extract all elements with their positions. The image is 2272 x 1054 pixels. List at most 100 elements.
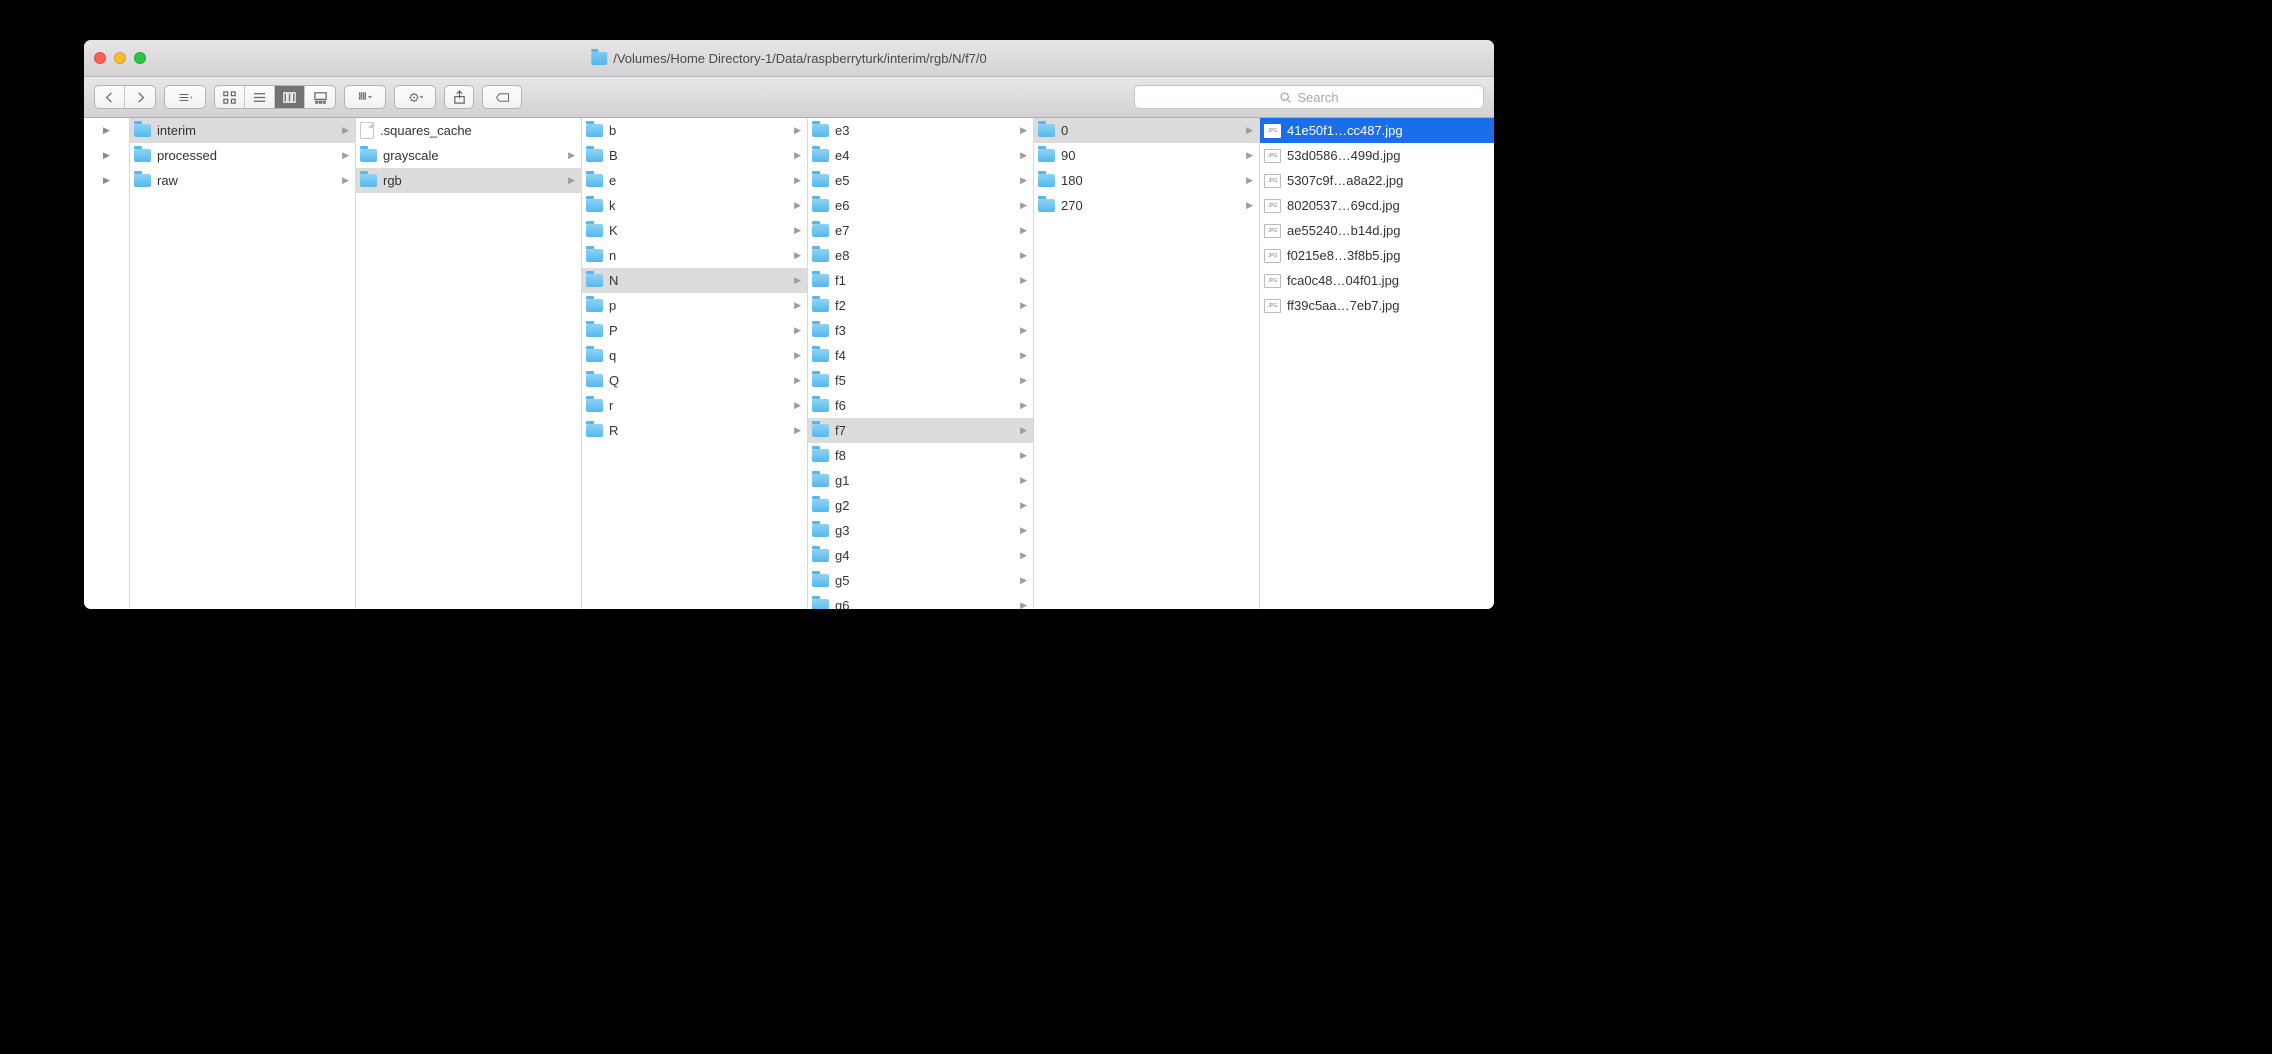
image-file-icon [1264, 249, 1281, 263]
item-label: g2 [835, 498, 849, 513]
chevron-right-icon: ▶ [568, 175, 575, 186]
search-field[interactable]: Search [1134, 85, 1484, 109]
disclosure-triangle-icon[interactable]: ▶ [102, 125, 112, 136]
disclosure-triangle-icon[interactable]: ▶ [102, 175, 112, 186]
folder-row[interactable]: f4▶ [808, 343, 1033, 368]
item-label: interim [157, 123, 196, 138]
action-dropdown[interactable] [394, 85, 436, 109]
folder-row[interactable]: f8▶ [808, 443, 1033, 468]
folder-row[interactable]: f2▶ [808, 293, 1033, 318]
folder-row[interactable]: f3▶ [808, 318, 1033, 343]
item-label: 90 [1061, 148, 1075, 163]
titlebar[interactable]: /Volumes/Home Directory-1/Data/raspberry… [84, 40, 1494, 77]
folder-row[interactable]: f6▶ [808, 393, 1033, 418]
folder-row[interactable]: b▶ [582, 118, 807, 143]
folder-row[interactable]: p▶ [582, 293, 807, 318]
action-menu-button[interactable] [395, 86, 435, 108]
folder-row[interactable]: grayscale▶ [356, 143, 581, 168]
item-label: rgb [383, 173, 402, 188]
back-button[interactable] [95, 86, 125, 108]
folder-row[interactable]: g6▶ [808, 593, 1033, 609]
file-row[interactable]: f0215e8…3f8b5.jpg [1260, 243, 1494, 268]
folder-row[interactable]: q▶ [582, 343, 807, 368]
folder-row[interactable]: f7▶ [808, 418, 1033, 443]
chevron-right-icon: ▶ [1020, 550, 1027, 561]
column-6[interactable]: 41e50f1…cc487.jpg53d0586…499d.jpg5307c9f… [1260, 118, 1494, 609]
file-row[interactable]: fca0c48…04f01.jpg [1260, 268, 1494, 293]
folder-row[interactable]: processed▶ [130, 143, 355, 168]
disclosure-row[interactable]: ▶ [84, 118, 129, 143]
view-column-button[interactable] [275, 86, 305, 108]
folder-row[interactable]: e7▶ [808, 218, 1033, 243]
folder-row[interactable]: f5▶ [808, 368, 1033, 393]
folder-row[interactable]: g5▶ [808, 568, 1033, 593]
folder-row[interactable]: f1▶ [808, 268, 1033, 293]
file-row[interactable]: 41e50f1…cc487.jpg [1260, 118, 1494, 143]
folder-row[interactable]: raw▶ [130, 168, 355, 193]
zoom-button[interactable] [134, 52, 146, 64]
close-button[interactable] [94, 52, 106, 64]
folder-row[interactable]: interim▶ [130, 118, 355, 143]
folder-row[interactable]: r▶ [582, 393, 807, 418]
file-row[interactable]: ff39c5aa…7eb7.jpg [1260, 293, 1494, 318]
forward-button[interactable] [125, 86, 155, 108]
folder-row[interactable]: 180▶ [1034, 168, 1259, 193]
column-5[interactable]: 0▶90▶180▶270▶ [1034, 118, 1260, 609]
chevron-right-icon: ▶ [1246, 200, 1253, 211]
folder-row[interactable]: e3▶ [808, 118, 1033, 143]
nav-group [94, 85, 156, 109]
view-gallery-button[interactable] [305, 86, 335, 108]
file-row[interactable]: 5307c9f…a8a22.jpg [1260, 168, 1494, 193]
folder-row[interactable]: K▶ [582, 218, 807, 243]
folder-row[interactable]: e4▶ [808, 143, 1033, 168]
folder-row[interactable]: e5▶ [808, 168, 1033, 193]
item-label: fca0c48…04f01.jpg [1287, 273, 1399, 288]
folder-row[interactable]: 90▶ [1034, 143, 1259, 168]
folder-icon [360, 174, 377, 187]
path-menu-button[interactable] [165, 86, 205, 108]
folder-row[interactable]: 0▶ [1034, 118, 1259, 143]
folder-row[interactable]: g4▶ [808, 543, 1033, 568]
folder-row[interactable]: R▶ [582, 418, 807, 443]
folder-row[interactable]: N▶ [582, 268, 807, 293]
file-row[interactable]: ae55240…b14d.jpg [1260, 218, 1494, 243]
folder-icon [812, 499, 829, 512]
folder-row[interactable]: e8▶ [808, 243, 1033, 268]
column-2[interactable]: .squares_cachegrayscale▶ rgb ▶ [356, 118, 582, 609]
folder-row[interactable]: P▶ [582, 318, 807, 343]
group-dropdown[interactable] [344, 85, 386, 109]
view-list-button[interactable] [245, 86, 275, 108]
folder-row[interactable]: g2▶ [808, 493, 1033, 518]
folder-row[interactable]: Q▶ [582, 368, 807, 393]
folder-icon [812, 574, 829, 587]
column-0[interactable]: ▶ ▶ ▶ [84, 118, 130, 609]
folder-row[interactable]: k▶ [582, 193, 807, 218]
file-row[interactable]: 8020537…69cd.jpg [1260, 193, 1494, 218]
folder-row[interactable]: e6▶ [808, 193, 1033, 218]
disclosure-row[interactable]: ▶ [84, 168, 129, 193]
disclosure-triangle-icon[interactable]: ▶ [102, 150, 112, 161]
minimize-button[interactable] [114, 52, 126, 64]
disclosure-row[interactable]: ▶ [84, 143, 129, 168]
folder-icon [360, 149, 377, 162]
file-row[interactable]: .squares_cache [356, 118, 581, 143]
column-4[interactable]: e3▶e4▶e5▶e6▶e7▶e8▶f1▶f2▶f3▶f4▶f5▶f6▶f7▶f… [808, 118, 1034, 609]
share-button[interactable] [444, 85, 474, 109]
folder-icon [586, 399, 603, 412]
folder-row[interactable]: g3▶ [808, 518, 1033, 543]
column-1[interactable]: interim▶processed▶raw▶ [130, 118, 356, 609]
folder-row[interactable]: n▶ [582, 243, 807, 268]
folder-row[interactable]: g1▶ [808, 468, 1033, 493]
folder-row[interactable]: e▶ [582, 168, 807, 193]
column-3[interactable]: b▶B▶e▶k▶K▶n▶N▶p▶P▶q▶Q▶r▶R▶ [582, 118, 808, 609]
item-label: r [609, 398, 613, 413]
folder-row[interactable]: rgb ▶ [356, 168, 581, 193]
folder-row[interactable]: 270▶ [1034, 193, 1259, 218]
group-menu-button[interactable] [345, 86, 385, 108]
view-icon-button[interactable] [215, 86, 245, 108]
path-dropdown[interactable] [164, 85, 206, 109]
tags-button[interactable] [482, 85, 522, 109]
file-row[interactable]: 53d0586…499d.jpg [1260, 143, 1494, 168]
folder-row[interactable]: B▶ [582, 143, 807, 168]
folder-icon [591, 52, 607, 65]
